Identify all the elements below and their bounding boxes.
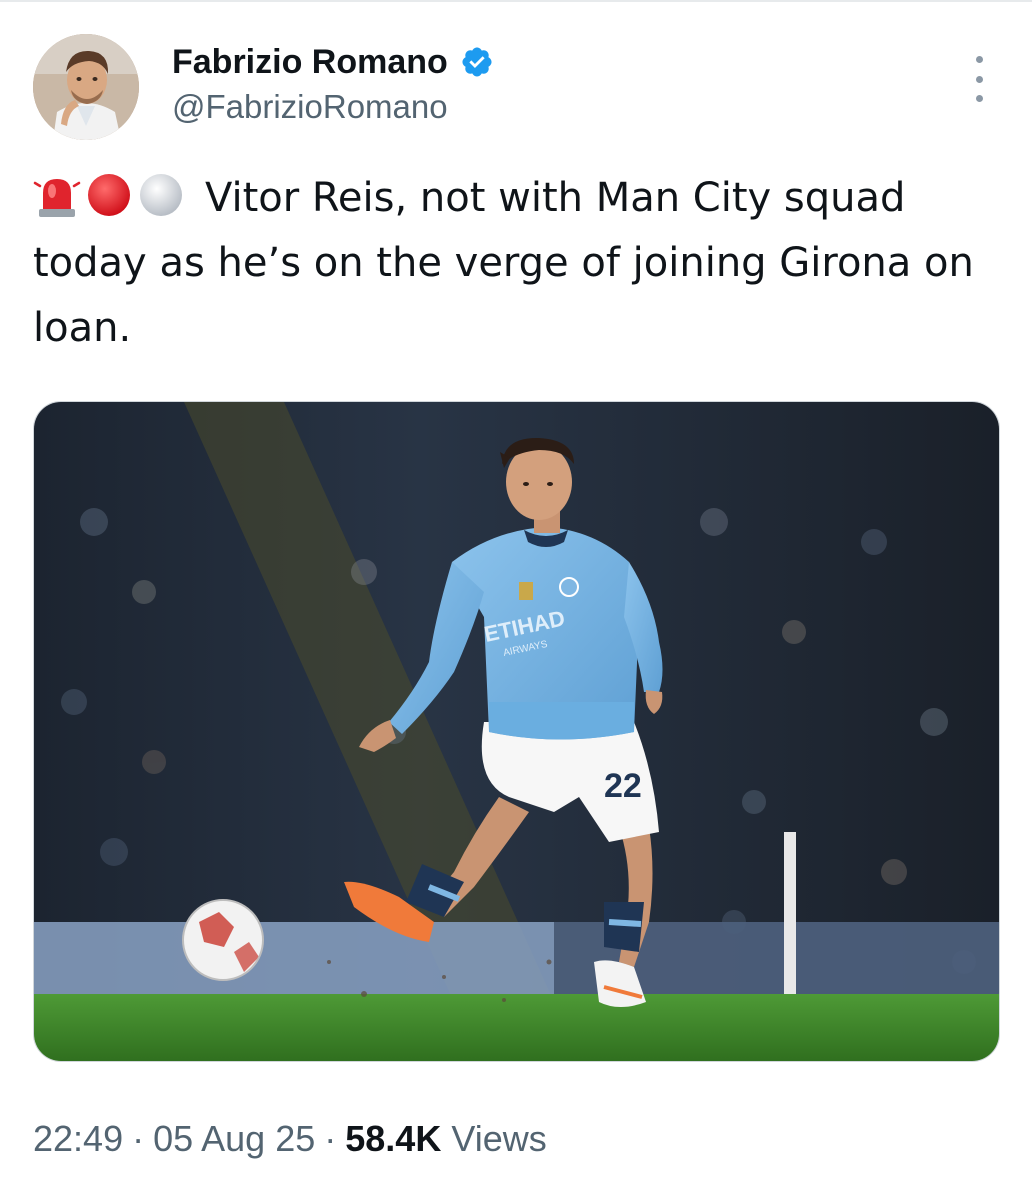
photo-player-passing-ball: 22 ETIHAD AIRWAYS xyxy=(34,402,999,1061)
meta-separator: · xyxy=(324,1118,337,1159)
more-dot xyxy=(975,56,983,63)
emoji-group xyxy=(33,171,189,219)
avatar-photo xyxy=(33,34,139,140)
police-car-light-icon xyxy=(33,179,81,217)
tweet-media-photo[interactable]: 22 ETIHAD AIRWAYS xyxy=(33,401,1000,1062)
football xyxy=(182,899,264,981)
meta-separator: · xyxy=(132,1118,145,1159)
views-count[interactable]: 58.4K xyxy=(345,1118,441,1159)
verified-badge-icon xyxy=(462,47,492,77)
white-circle-icon xyxy=(140,174,182,216)
tweet-time[interactable]: 22:49 xyxy=(33,1118,123,1159)
author-name[interactable]: Fabrizio Romano xyxy=(172,43,448,82)
more-options-icon[interactable] xyxy=(961,56,997,102)
red-circle-icon xyxy=(88,174,130,216)
author-handle[interactable]: @FabrizioRomano xyxy=(172,88,448,126)
views-label: Views xyxy=(451,1118,547,1159)
tweet-text: Vitor Reis, not with Man City squad toda… xyxy=(33,166,1003,361)
top-divider xyxy=(0,0,1032,2)
shirt-number: 22 xyxy=(604,767,642,805)
more-dot xyxy=(975,75,983,83)
tweet-date[interactable]: 05 Aug 25 xyxy=(153,1118,315,1159)
more-dot xyxy=(975,95,983,102)
author-name-row: Fabrizio Romano xyxy=(172,40,494,84)
tweet-meta: 22:49 · 05 Aug 25 · 58.4K Views xyxy=(33,1118,547,1160)
author-avatar[interactable] xyxy=(33,34,139,140)
